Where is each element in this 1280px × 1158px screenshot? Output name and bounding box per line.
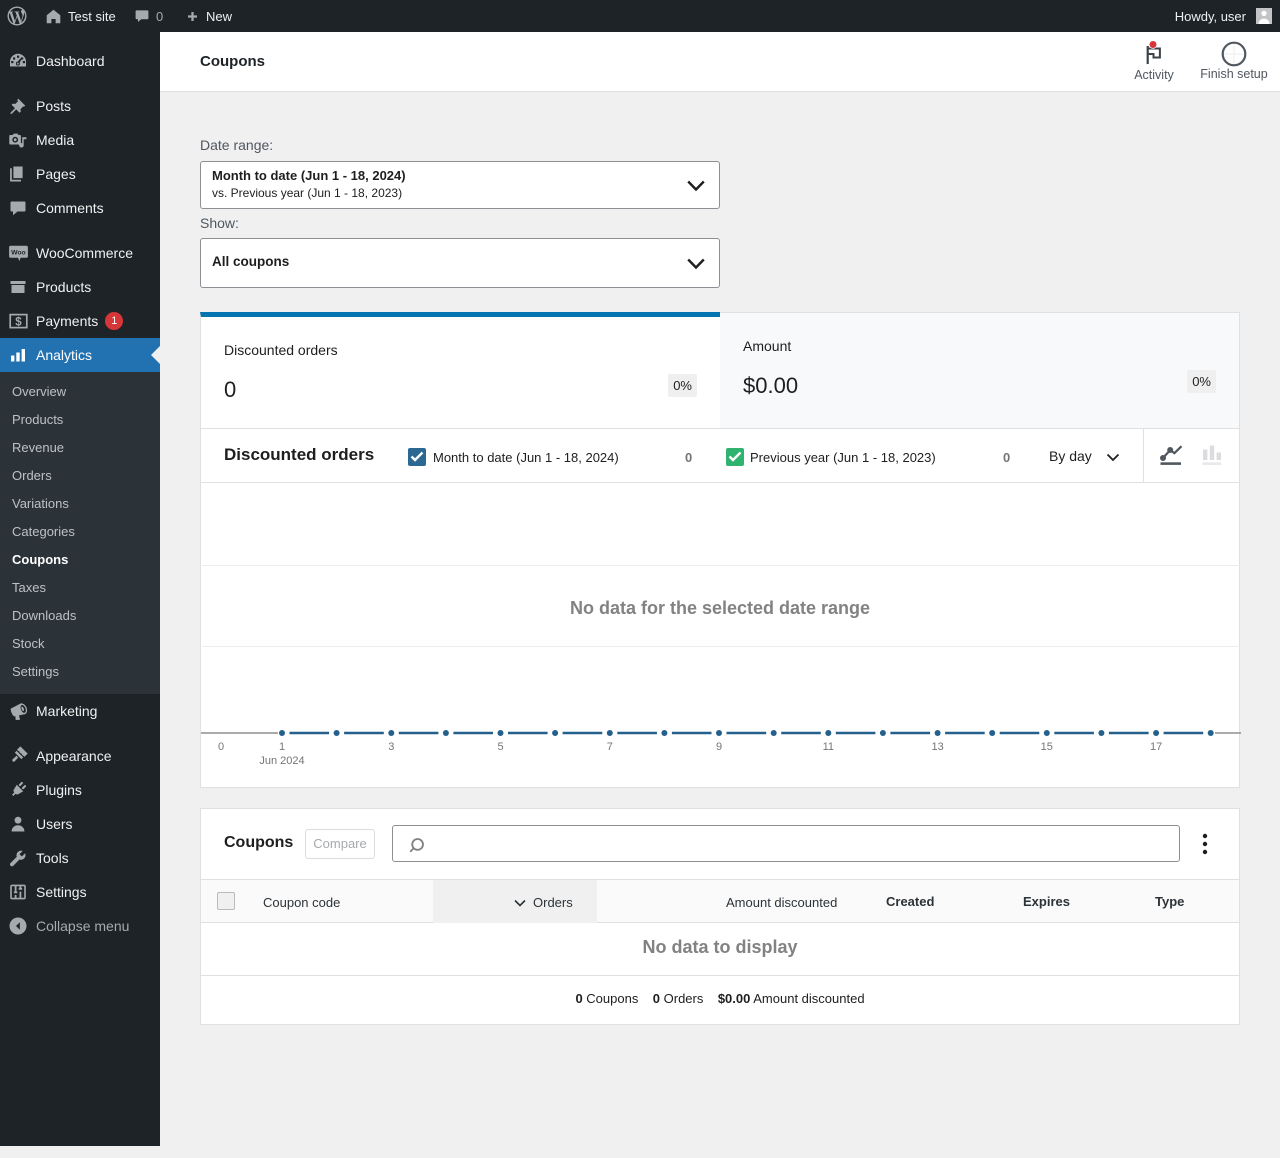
svg-text:3: 3: [388, 741, 394, 753]
svg-text:17: 17: [1150, 741, 1162, 753]
svg-text:Jun 2024: Jun 2024: [259, 755, 304, 767]
svg-text:11: 11: [823, 741, 834, 753]
svg-text:$: $: [15, 316, 22, 328]
svg-text:1: 1: [279, 741, 285, 753]
svg-text:Woo: Woo: [11, 249, 26, 256]
svg-text:5: 5: [497, 741, 503, 753]
svg-text:13: 13: [931, 741, 943, 753]
svg-text:0: 0: [218, 741, 224, 753]
svg-text:9: 9: [716, 741, 722, 753]
svg-text:7: 7: [607, 741, 613, 753]
svg-text:15: 15: [1041, 741, 1053, 753]
